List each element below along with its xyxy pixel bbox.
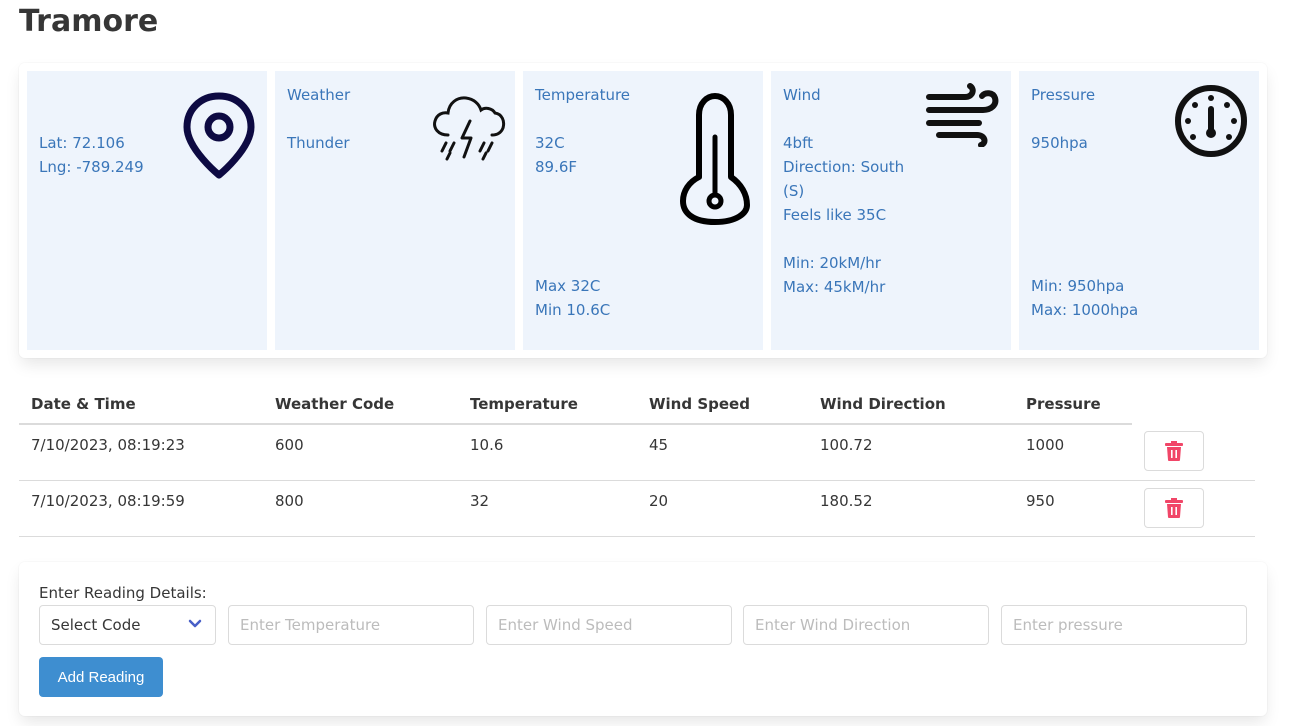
wind-min: Min: 20kM/hr [783,254,881,272]
weather-card: Weather Thunder [275,71,515,350]
wind-speed-bft: 4bft [783,134,813,152]
temperature-max: Max 32C [535,277,601,295]
header-wind-speed: Wind Speed [637,384,808,425]
cell-wind-direction: 180.52 [820,492,873,510]
add-reading-form: Enter Reading Details: Select Code Add R… [19,562,1267,716]
select-value: Select Code [51,616,141,634]
summary-cards: Lat: 72.106 Lng: -789.249 Weather Thunde… [19,63,1267,358]
wind-direction-abbrev: (S) [783,182,805,200]
weather-code-select[interactable]: Select Code [39,605,216,645]
header-pressure: Pressure [1014,384,1132,425]
table-row: 7/10/2023, 08:19:23 600 10.6 45 100.72 1… [19,424,1255,481]
readings-table: Date & Time Weather Code Temperature Win… [19,384,1255,537]
cell-temperature: 32 [470,492,490,510]
cell-date-time: 7/10/2023, 08:19:23 [31,436,185,454]
trash-icon [1165,441,1183,461]
pressure-value: 950hpa [1031,134,1088,152]
pressure-card: Pressure 950hpa Min: 950hpa Max: 1000hpa [1019,71,1259,350]
temperature-fahrenheit: 89.6F [535,158,578,176]
thermometer-icon [677,91,753,231]
temperature-card: Temperature 32C 89.6F Max 32C Min 10.6C [523,71,763,350]
map-pin-icon [182,91,256,185]
page-title: Tramore [19,4,159,39]
add-reading-button[interactable]: Add Reading [39,657,163,697]
temperature-min: Min 10.6C [535,301,611,319]
temperature-heading: Temperature [535,86,631,104]
wind-heading: Wind [783,86,821,104]
pressure-max: Max: 1000hpa [1031,301,1139,319]
pressure-min: Min: 950hpa [1031,277,1125,295]
cell-wind-direction: 100.72 [820,436,873,454]
header-wind-direction: Wind Direction [808,384,1014,425]
wind-max: Max: 45kM/hr [783,278,886,296]
form-label: Enter Reading Details: [39,584,207,602]
wind-feels-like: Feels like 35C [783,206,887,224]
cell-wind-speed: 20 [649,492,669,510]
latitude-text: Lat: 72.106 [39,134,125,152]
location-card: Lat: 72.106 Lng: -789.249 [27,71,267,350]
delete-reading-button[interactable] [1144,431,1204,471]
wind-direction-input[interactable] [743,605,989,645]
header-date-time: Date & Time [19,384,263,425]
gauge-icon [1173,83,1249,163]
temperature-input[interactable] [228,605,474,645]
wind-speed-input[interactable] [486,605,732,645]
pressure-heading: Pressure [1031,86,1096,104]
wind-direction-text: Direction: South [783,158,905,176]
cell-pressure: 950 [1026,492,1055,510]
weather-heading: Weather [287,86,351,104]
header-temperature: Temperature [458,384,637,425]
table-row: 7/10/2023, 08:19:59 800 32 20 180.52 950 [19,480,1255,537]
header-weather-code: Weather Code [263,384,458,425]
chevron-down-icon [188,619,202,628]
table-header-row: Date & Time Weather Code Temperature Win… [19,384,1255,425]
cell-weather-code: 600 [275,436,304,454]
wind-icon [925,83,1001,151]
temperature-celsius: 32C [535,134,565,152]
cell-pressure: 1000 [1026,436,1065,454]
cell-weather-code: 800 [275,492,304,510]
cell-date-time: 7/10/2023, 08:19:59 [31,492,185,510]
thunderstorm-icon [430,91,506,169]
cell-temperature: 10.6 [470,436,504,454]
trash-icon [1165,498,1183,518]
delete-reading-button[interactable] [1144,488,1204,528]
cell-wind-speed: 45 [649,436,669,454]
longitude-text: Lng: -789.249 [39,158,144,176]
wind-card: Wind 4bft Direction: South (S) Feels lik… [771,71,1011,350]
weather-condition: Thunder [287,134,350,152]
pressure-input[interactable] [1001,605,1247,645]
